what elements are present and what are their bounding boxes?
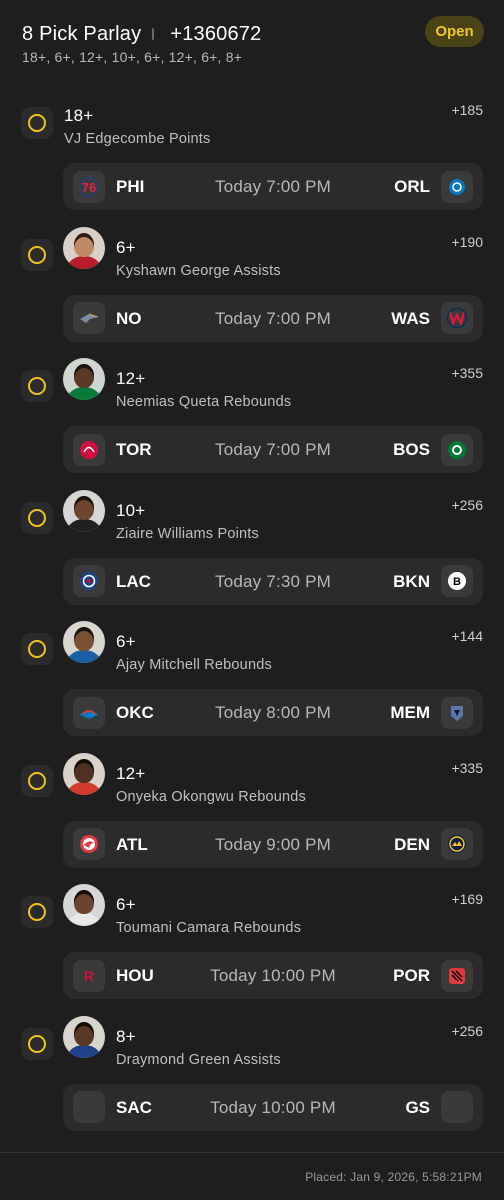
player-headshot — [63, 226, 105, 269]
parlay-odds: +1360672 — [170, 22, 262, 45]
leg-details: 6+ Kyshawn George Assists — [116, 238, 281, 279]
away-team-code: ORL — [394, 177, 430, 196]
leg-prop: Neemias Queta Rebounds — [116, 394, 292, 410]
pending-circle-icon — [28, 114, 46, 132]
away-team-code: POR — [393, 966, 430, 985]
leg-details: 12+ Neemias Queta Rebounds — [116, 369, 291, 410]
status-badge: Open — [425, 16, 484, 47]
leg-odds: +355 — [451, 365, 483, 381]
parlay-leg[interactable]: 12+ Neemias Queta Rebounds +355 TOR Toda… — [0, 357, 504, 489]
player-headshot — [63, 752, 105, 795]
away-team-code: MEM — [390, 703, 430, 722]
placed-timestamp: Placed: Jan 9, 2026, 5:58:21PM — [305, 1170, 482, 1184]
leg-odds: +190 — [451, 233, 483, 250]
leg-details: 6+ Ajay Mitchell Rebounds — [116, 632, 272, 673]
parlay-leg[interactable]: 18+ VJ Edgecombe Points +185 76 PHI Toda… — [0, 94, 504, 226]
leg-odds: +169 — [451, 891, 483, 907]
leg-odds: +335 — [451, 759, 483, 776]
leg-prop: Draymond Green Assists — [116, 1051, 281, 1068]
player-headshot — [63, 489, 105, 532]
leg-details: 18+ VJ Edgecombe Points — [64, 106, 210, 147]
nuggets-logo — [441, 828, 473, 860]
leg-odds: +185 — [451, 102, 483, 118]
leg-status-indicator — [21, 633, 53, 665]
title-separator — [152, 28, 155, 40]
away-team-code: DEN — [394, 834, 430, 854]
away-team-code: BKN — [393, 571, 430, 591]
pending-circle-icon — [28, 640, 46, 658]
parlay-lines-summary: 18+, 6+, 12+, 10+, 6+, 12+, 6+, 8+ — [22, 49, 243, 65]
leg-line: 6+ — [116, 632, 136, 651]
parlay-leg[interactable]: 6+ Ajay Mitchell Rebounds +144 OKC Today… — [0, 620, 504, 752]
parlay-leg[interactable]: 6+ Toumani Camara Rebounds +169 R HOU To… — [0, 883, 504, 1015]
magic-logo — [441, 170, 473, 203]
leg-details: 6+ Toumani Camara Rebounds — [116, 895, 301, 936]
leg-odds: +256 — [451, 1022, 483, 1039]
parlay-leg[interactable]: 6+ Kyshawn George Assists +190 NO Today … — [0, 226, 504, 358]
parlay-title: 8 Pick Parlay — [22, 22, 142, 45]
pending-circle-icon — [28, 1034, 46, 1053]
warriors-logo — [441, 1091, 473, 1123]
parlay-leg[interactable]: 12+ Onyeka Okongwu Rebounds +335 ATL Tod… — [0, 752, 504, 884]
player-headshot — [63, 884, 105, 926]
pending-circle-icon — [28, 771, 46, 790]
leg-prop: Ajay Mitchell Rebounds — [116, 657, 272, 673]
game-matchup[interactable]: SAC Today 10:00 PM GS — [63, 1083, 483, 1131]
grizzlies-logo — [441, 696, 473, 729]
game-matchup[interactable]: LAC Today 7:30 PM BKN B — [63, 557, 483, 605]
leg-status-indicator — [21, 370, 53, 402]
player-headshot — [63, 621, 105, 663]
footer-divider — [0, 1152, 504, 1153]
leg-prop: VJ Edgecombe Points — [64, 131, 211, 147]
parlay-leg[interactable]: 10+ Ziaire Williams Points +256 LAC Toda… — [0, 489, 504, 621]
leg-odds: +256 — [451, 496, 483, 513]
leg-details: 8+ Draymond Green Assists — [116, 1027, 281, 1068]
pending-circle-icon — [28, 508, 46, 527]
leg-status-indicator — [21, 764, 53, 797]
leg-status-indicator — [21, 238, 53, 271]
leg-line: 12+ — [116, 763, 146, 783]
pending-circle-icon — [28, 245, 46, 264]
leg-prop: Ziaire Williams Points — [116, 525, 259, 542]
pending-circle-icon — [28, 377, 46, 395]
leg-details: 10+ Ziaire Williams Points — [116, 501, 259, 542]
game-matchup[interactable]: 76 PHI Today 7:00 PM ORL — [63, 163, 483, 210]
game-matchup[interactable]: NO Today 7:00 PM WAS — [63, 294, 483, 342]
leg-line: 12+ — [116, 369, 146, 388]
blazers-logo — [441, 959, 473, 992]
leg-line: 18+ — [64, 106, 94, 125]
game-matchup[interactable]: R HOU Today 10:00 PM POR — [63, 952, 483, 999]
player-headshot — [63, 1015, 105, 1058]
title-row: 8 Pick Parlay +1360672 — [22, 20, 484, 48]
leg-details: 12+ Onyeka Okongwu Rebounds — [116, 764, 306, 805]
leg-status-indicator — [21, 896, 53, 928]
game-matchup[interactable]: TOR Today 7:00 PM BOS — [63, 426, 483, 473]
leg-line: 10+ — [116, 500, 146, 520]
away-team-code: WAS — [391, 308, 430, 328]
wizards-logo — [441, 302, 473, 334]
player-headshot — [63, 358, 105, 400]
nets-logo: B — [441, 565, 473, 597]
parlay-legs-list: 18+ VJ Edgecombe Points +185 76 PHI Toda… — [0, 94, 504, 1146]
parlay-header: 8 Pick Parlay +1360672 18+, 6+, 12+, 10+… — [22, 16, 484, 70]
leg-line: 6+ — [116, 895, 136, 914]
away-team-code: GS — [405, 1097, 430, 1117]
leg-prop: Kyshawn George Assists — [116, 262, 281, 279]
leg-odds: +144 — [451, 628, 483, 644]
svg-text:B: B — [453, 576, 461, 588]
leg-status-indicator — [21, 1027, 53, 1060]
celtics-logo — [441, 433, 473, 466]
pending-circle-icon — [28, 903, 46, 921]
leg-status-indicator — [21, 501, 53, 534]
game-matchup[interactable]: ATL Today 9:00 PM DEN — [63, 820, 483, 868]
leg-prop: Onyeka Okongwu Rebounds — [116, 788, 306, 805]
leg-line: 6+ — [116, 237, 136, 257]
away-team-code: BOS — [393, 440, 430, 459]
leg-status-indicator — [21, 107, 53, 139]
leg-prop: Toumani Camara Rebounds — [116, 920, 302, 936]
leg-line: 8+ — [116, 1026, 136, 1046]
game-matchup[interactable]: OKC Today 8:00 PM MEM — [63, 689, 483, 736]
parlay-leg[interactable]: 8+ Draymond Green Assists +256 SAC Today… — [0, 1015, 504, 1147]
